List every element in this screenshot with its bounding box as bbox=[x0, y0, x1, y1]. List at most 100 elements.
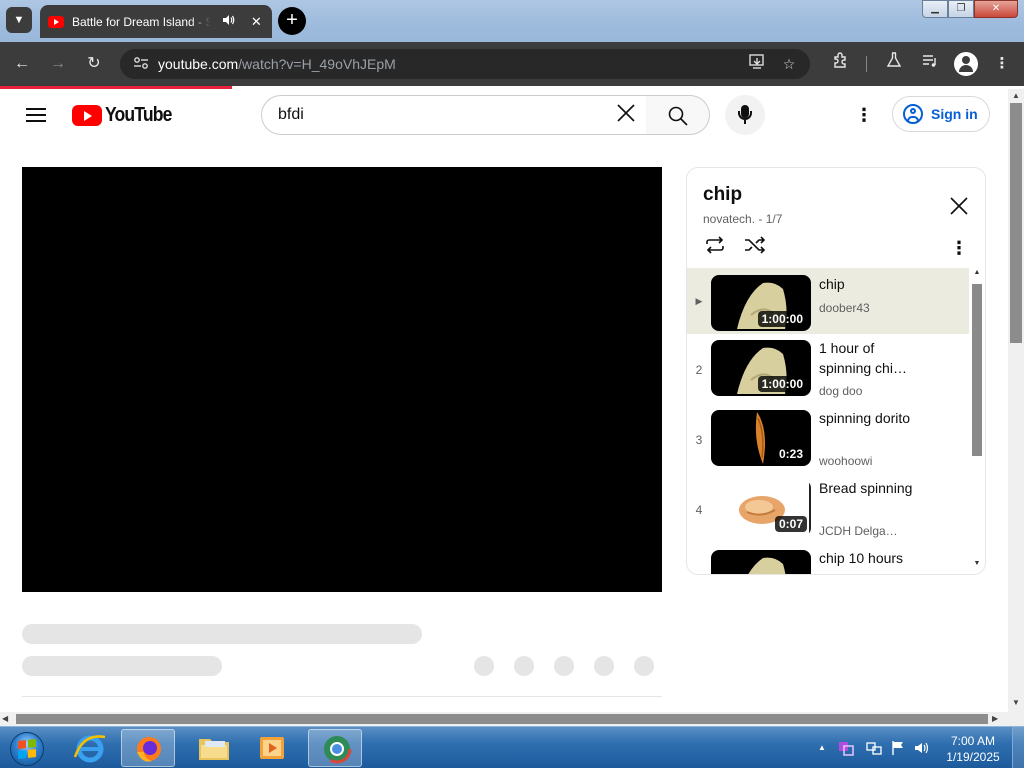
video-channel: doober43 bbox=[819, 301, 870, 315]
tab-close-icon[interactable]: ✕ bbox=[249, 14, 264, 30]
duration-badge: 1:00:00 bbox=[757, 376, 807, 392]
video-thumbnail: 0:07 bbox=[711, 480, 811, 536]
hamburger-menu-icon[interactable] bbox=[26, 107, 46, 123]
action-skeleton bbox=[554, 656, 574, 676]
windows-logo-icon bbox=[18, 739, 36, 759]
browser-menu-icon[interactable]: ⋮ bbox=[990, 52, 1014, 76]
chevron-down-icon: ▼ bbox=[13, 14, 25, 26]
playlist-item[interactable]: 2 1:00:00 1 hour of spinning chi… dog do… bbox=[687, 334, 969, 404]
speaker-icon[interactable] bbox=[221, 14, 236, 29]
window-controls: ▁ ❐ ✕ bbox=[922, 0, 1018, 18]
video-player[interactable] bbox=[22, 167, 662, 592]
search-button[interactable] bbox=[646, 95, 710, 135]
video-title: spinning dorito bbox=[819, 410, 911, 426]
playlist-item[interactable]: 4 0:07 Bread spinning JCDH Delga… bbox=[687, 474, 969, 544]
action-skeleton bbox=[634, 656, 654, 676]
scroll-left-arrow-icon[interactable]: ◀ bbox=[2, 712, 14, 726]
tray-app-icon[interactable] bbox=[838, 740, 854, 756]
restore-button[interactable]: ❐ bbox=[948, 0, 974, 18]
clock-time: 7:00 AM bbox=[950, 734, 996, 748]
search-icon bbox=[668, 106, 688, 126]
internet-explorer-taskbar-button[interactable] bbox=[63, 729, 117, 767]
playlist-close-icon[interactable] bbox=[945, 192, 973, 220]
video-channel: dog doo bbox=[819, 384, 863, 398]
show-desktop-button[interactable] bbox=[1012, 727, 1024, 768]
scroll-up-arrow-icon[interactable]: ▲ bbox=[1008, 91, 1024, 100]
action-skeleton bbox=[474, 656, 494, 676]
playlist-scrollbar-thumb[interactable] bbox=[972, 284, 982, 456]
labs-flask-icon[interactable] bbox=[882, 52, 906, 76]
show-hidden-icons-icon[interactable]: ▲ bbox=[814, 740, 830, 756]
address-bar[interactable]: youtube.com/watch?v=H_49oVhJEpM ☆ bbox=[120, 49, 810, 79]
channel-skeleton bbox=[22, 656, 222, 676]
playlist-item[interactable]: ▶ 1:00:00 chip doober43 bbox=[687, 268, 969, 334]
search-input[interactable]: bfdi bbox=[261, 95, 647, 135]
youtube-play-mark-icon bbox=[72, 105, 102, 126]
profile-avatar-icon[interactable] bbox=[954, 52, 978, 76]
video-channel: woohoowi bbox=[819, 454, 873, 468]
reload-button[interactable]: ↻ bbox=[81, 51, 107, 77]
video-thumbnail bbox=[711, 550, 811, 574]
video-thumbnail: 1:00:00 bbox=[711, 340, 811, 396]
page-horizontal-scrollbar-thumb[interactable] bbox=[16, 714, 988, 724]
url-host: youtube.com bbox=[158, 56, 239, 72]
url-path: /watch?v=H_49oVhJEpM bbox=[238, 56, 396, 72]
install-app-icon[interactable] bbox=[746, 53, 768, 75]
youtube-page: YouTube bfdi ⋮ Sign in chip novatech. - … bbox=[0, 89, 1008, 712]
screen: ▼ Battle for Dream Island - Se ✕ + ▁ ❐ ✕… bbox=[0, 0, 1024, 768]
action-skeleton bbox=[514, 656, 534, 676]
playlist-scroll-up-icon[interactable]: ▲ bbox=[972, 269, 982, 276]
video-title: chip 10 hours bbox=[819, 550, 904, 566]
search-query-text: bfdi bbox=[278, 106, 304, 123]
browser-tab[interactable]: Battle for Dream Island - Se ✕ bbox=[40, 5, 272, 38]
playlist-scroll-down-icon[interactable]: ▼ bbox=[972, 560, 982, 567]
tab-search-button[interactable]: ▼ bbox=[6, 7, 32, 33]
action-skeleton bbox=[594, 656, 614, 676]
chrome-taskbar-button[interactable] bbox=[308, 729, 362, 767]
page-vertical-scrollbar-thumb[interactable] bbox=[1010, 103, 1022, 343]
forward-button[interactable]: → bbox=[45, 51, 71, 77]
toolbar-separator bbox=[866, 56, 867, 72]
start-button[interactable] bbox=[4, 729, 50, 768]
shuffle-icon[interactable] bbox=[743, 236, 767, 260]
firefox-taskbar-button[interactable] bbox=[121, 729, 175, 767]
microphone-leg bbox=[744, 120, 746, 124]
network-icon[interactable] bbox=[866, 740, 882, 756]
video-channel: JCDH Delga… bbox=[819, 524, 898, 538]
action-center-flag-icon[interactable] bbox=[890, 740, 906, 756]
youtube-logo[interactable]: YouTube bbox=[72, 104, 181, 127]
folder-icon bbox=[199, 739, 229, 760]
site-info-icon[interactable] bbox=[126, 56, 156, 73]
playlist-item[interactable]: 3 0:23 spinning dorito woohoowi bbox=[687, 404, 969, 474]
volume-icon[interactable] bbox=[914, 740, 930, 756]
extensions-icon[interactable] bbox=[829, 52, 853, 76]
playlist-subtitle: novatech. - 1/7 bbox=[703, 212, 783, 226]
video-title: Bread spinning bbox=[819, 480, 913, 496]
loop-icon[interactable] bbox=[703, 236, 727, 260]
clear-search-icon[interactable] bbox=[606, 102, 646, 128]
url-text: youtube.com/watch?v=H_49oVhJEpM bbox=[158, 56, 396, 72]
minimize-button[interactable]: ▁ bbox=[922, 0, 948, 18]
media-player-taskbar-button[interactable] bbox=[245, 729, 299, 767]
file-explorer-taskbar-button[interactable] bbox=[187, 729, 241, 767]
duration-badge: 0:23 bbox=[774, 446, 807, 462]
scroll-right-arrow-icon[interactable]: ▶ bbox=[992, 712, 1004, 726]
video-thumbnail: 1:00:00 bbox=[711, 275, 811, 331]
media-control-icon[interactable] bbox=[918, 52, 942, 76]
sign-in-button[interactable]: Sign in bbox=[892, 96, 990, 132]
scroll-down-arrow-icon[interactable]: ▼ bbox=[1008, 698, 1024, 707]
internet-explorer-icon bbox=[73, 735, 106, 763]
settings-more-icon[interactable]: ⋮ bbox=[852, 103, 876, 127]
system-clock[interactable]: 7:00 AM 1/19/2025 bbox=[936, 733, 1010, 765]
window-close-button[interactable]: ✕ bbox=[974, 0, 1018, 18]
playlist-more-icon[interactable]: ⋮ bbox=[949, 236, 969, 260]
chrome-icon bbox=[322, 734, 352, 764]
playlist-index: 3 bbox=[695, 433, 703, 447]
bookmark-star-icon[interactable]: ☆ bbox=[778, 53, 800, 75]
duration-badge: 0:07 bbox=[774, 516, 807, 532]
back-button[interactable]: ← bbox=[9, 51, 35, 77]
voice-search-button[interactable] bbox=[725, 95, 765, 135]
new-tab-button[interactable]: + bbox=[278, 7, 306, 35]
playlist-title[interactable]: chip bbox=[703, 184, 742, 206]
playlist-item[interactable]: 5 chip 10 hours bbox=[687, 544, 969, 574]
